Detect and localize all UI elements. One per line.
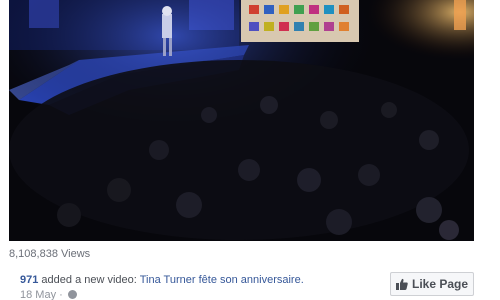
- thumbs-up-icon: [395, 278, 408, 290]
- author-link[interactable]: 971: [20, 274, 38, 286]
- view-count: 8,108,838 Views: [9, 248, 91, 260]
- post-meta: 18 May ·: [20, 289, 77, 300]
- like-page-button[interactable]: Like Page: [390, 272, 474, 296]
- video-player[interactable]: [9, 0, 474, 241]
- post-date[interactable]: 18 May: [20, 289, 56, 300]
- meta-separator: ·: [59, 289, 63, 300]
- video-title-link[interactable]: Tina Turner fête son anniversaire.: [140, 274, 304, 286]
- post-headline: 971 added a new video: Tina Turner fête …: [20, 274, 304, 286]
- like-page-label: Like Page: [411, 277, 469, 291]
- video-post: 8,108,838 Views 971 added a new video: T…: [0, 0, 500, 300]
- video-frame: [9, 0, 474, 241]
- post-action: added a new video:: [41, 274, 137, 286]
- globe-icon: [67, 290, 77, 299]
